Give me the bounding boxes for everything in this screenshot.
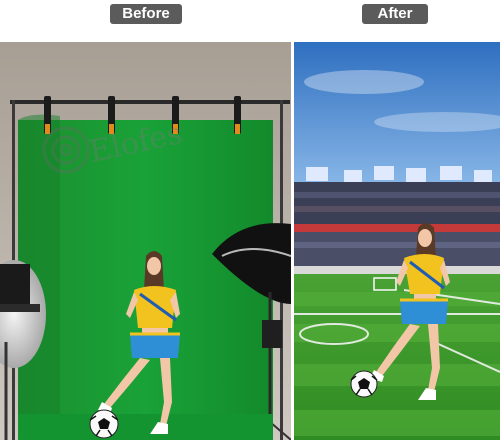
before-label: Before bbox=[110, 4, 182, 24]
after-photo bbox=[294, 42, 500, 440]
soccer-ball-right bbox=[350, 370, 378, 398]
before-photo: Elofes bbox=[0, 42, 291, 440]
after-label: After bbox=[362, 4, 428, 24]
soccer-ball-left bbox=[89, 409, 119, 439]
stadium-stands bbox=[294, 182, 500, 224]
